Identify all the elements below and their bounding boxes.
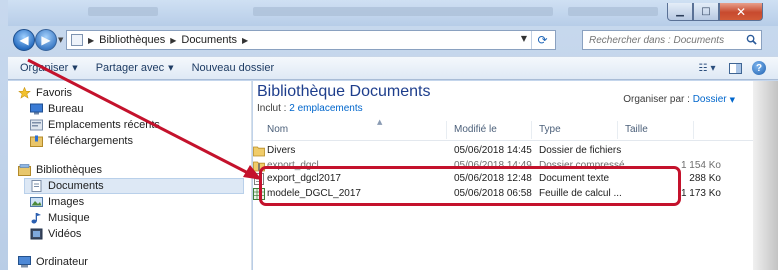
annotation-arrow	[27, 58, 262, 180]
